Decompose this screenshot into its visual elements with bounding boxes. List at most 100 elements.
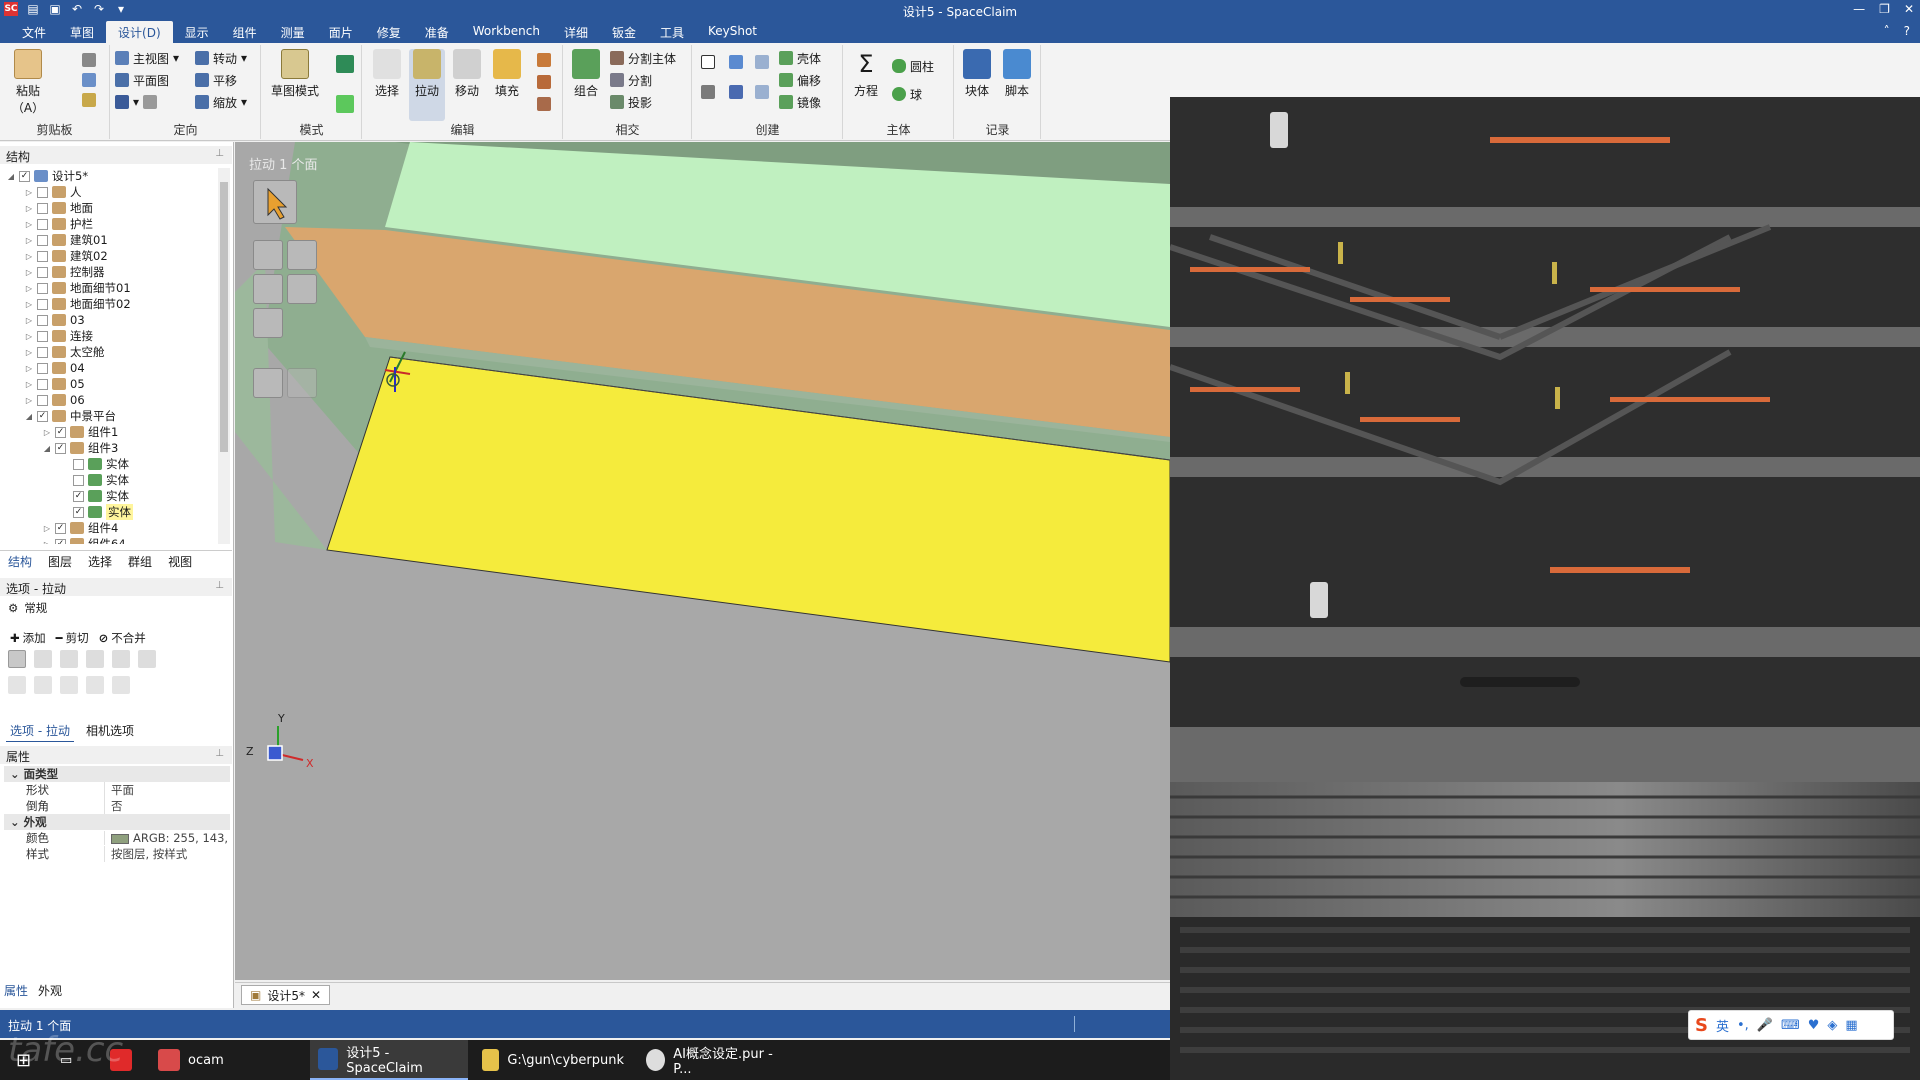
pin-icon[interactable]: ⊥ xyxy=(215,580,224,591)
tab-keyshot[interactable]: KeyShot xyxy=(696,21,769,43)
tree-item[interactable]: ✓ 实体 xyxy=(0,488,129,504)
help-icon[interactable]: ? xyxy=(1904,24,1910,38)
pin-icon[interactable]: ⊥ xyxy=(215,748,224,759)
expand-arrow-icon[interactable]: ▷ xyxy=(24,204,34,213)
tab-facets[interactable]: 面片 xyxy=(317,21,365,43)
tab-file[interactable]: 文件 xyxy=(10,21,58,43)
pull-both-sides-icon[interactable] xyxy=(8,650,26,668)
tree-item[interactable]: ◢ ✓ 组件3 xyxy=(0,440,118,456)
3d-mode-icon[interactable] xyxy=(336,95,354,113)
taskbar-item-paint[interactable]: AI概念设定.pur - P... xyxy=(638,1040,788,1080)
tweak-face-icon[interactable] xyxy=(537,97,551,111)
document-tab[interactable]: ▣ 设计5* ✕ xyxy=(241,985,331,1005)
pull-button[interactable]: 拉动 xyxy=(409,49,445,121)
visibility-checkbox[interactable]: ✓ xyxy=(55,442,66,454)
plane-icon[interactable] xyxy=(701,55,715,69)
tab-measure[interactable]: 测量 xyxy=(269,21,317,43)
plan-view-button[interactable]: 平面图 xyxy=(115,71,169,89)
visibility-checkbox[interactable] xyxy=(37,282,48,294)
visibility-checkbox[interactable]: ✓ xyxy=(37,410,48,422)
pivot-tool[interactable] xyxy=(287,240,317,270)
visibility-checkbox[interactable] xyxy=(37,186,48,198)
tab-views[interactable]: 视图 xyxy=(160,551,200,570)
equation-button[interactable]: Σ 方程 xyxy=(848,49,884,99)
select-button[interactable]: 选择 xyxy=(369,49,405,99)
up-to-tool[interactable] xyxy=(253,274,283,304)
collapse-arrow-icon[interactable]: ◢ xyxy=(6,172,16,181)
axis-icon[interactable] xyxy=(729,85,743,99)
pivot-edge-icon[interactable] xyxy=(86,676,104,694)
close-tab-icon[interactable]: ✕ xyxy=(311,988,321,1002)
visibility-checkbox[interactable]: ✓ xyxy=(55,522,66,534)
tree-item[interactable]: ▷ ✓ 组件64 xyxy=(0,536,126,544)
tree-item[interactable]: 实体 xyxy=(0,472,129,488)
expand-arrow-icon[interactable]: ▷ xyxy=(42,524,52,533)
property-category[interactable]: ⌄ 外观 xyxy=(4,814,230,830)
expand-arrow-icon[interactable]: ▷ xyxy=(24,348,34,357)
tree-item[interactable]: 实体 xyxy=(0,456,129,472)
tree-item[interactable]: ▷ 太空舱 xyxy=(0,344,105,360)
up-to-icon[interactable] xyxy=(138,650,156,668)
tree-item[interactable]: ▷ 地面细节01 xyxy=(0,280,131,296)
expand-arrow-icon[interactable]: ▷ xyxy=(24,332,34,341)
ruler-icon[interactable] xyxy=(112,650,130,668)
collapse-ribbon-icon[interactable]: ˄ xyxy=(1884,24,1890,38)
offset-region-icon[interactable] xyxy=(112,676,130,694)
visibility-checkbox[interactable] xyxy=(37,202,48,214)
expand-arrow-icon[interactable]: ▷ xyxy=(24,284,34,293)
tree-item[interactable]: ◢ ✓ 设计5* xyxy=(0,168,88,184)
tab-options-pull[interactable]: 选项 - 拉动 xyxy=(6,720,74,742)
tree-item[interactable]: ▷ 连接 xyxy=(0,328,93,344)
select-direction-tool[interactable] xyxy=(287,274,317,304)
rounded-icon[interactable] xyxy=(8,676,26,694)
keyboard-icon[interactable]: ⌨ xyxy=(1781,1018,1800,1033)
revolve-icon[interactable] xyxy=(86,650,104,668)
expand-arrow-icon[interactable]: ▷ xyxy=(42,428,52,437)
visibility-checkbox[interactable] xyxy=(37,298,48,310)
visibility-checkbox[interactable] xyxy=(37,346,48,358)
tab-design[interactable]: 设计(D) xyxy=(106,21,173,43)
tab-assembly[interactable]: 组件 xyxy=(221,21,269,43)
tree-item[interactable]: ▷ 护栏 xyxy=(0,216,93,232)
expand-arrow-icon[interactable]: ▷ xyxy=(24,220,34,229)
visibility-checkbox[interactable] xyxy=(73,458,84,470)
tree-item[interactable]: ▷ 06 xyxy=(0,392,85,408)
visibility-checkbox[interactable] xyxy=(37,394,48,406)
copy-icon[interactable] xyxy=(82,73,96,87)
tab-sketch[interactable]: 草图 xyxy=(58,21,106,43)
collapse-arrow-icon[interactable]: ◢ xyxy=(24,412,34,421)
restore-icon[interactable]: ❐ xyxy=(1879,2,1890,16)
tab-display[interactable]: 显示 xyxy=(173,21,221,43)
tab-selection[interactable]: 选择 xyxy=(80,551,120,570)
punctuation-icon[interactable]: •, xyxy=(1737,1018,1749,1033)
expand-arrow-icon[interactable]: ▷ xyxy=(42,540,52,545)
mirror-button[interactable]: 镜像 xyxy=(779,93,821,111)
line-icon[interactable] xyxy=(701,85,715,99)
tree-item[interactable]: ▷ 地面细节02 xyxy=(0,296,131,312)
tree-item[interactable]: ▷ 04 xyxy=(0,360,85,376)
expand-arrow-icon[interactable]: ▷ xyxy=(24,236,34,245)
visibility-checkbox[interactable] xyxy=(37,266,48,278)
script-button[interactable]: 脚本 xyxy=(999,49,1035,99)
property-value[interactable]: 否 xyxy=(104,798,230,814)
tree-item[interactable]: ▷ ✓ 组件4 xyxy=(0,520,118,536)
tab-camera-options[interactable]: 相机选项 xyxy=(82,720,138,742)
close-icon[interactable]: ✕ xyxy=(1904,2,1914,16)
visibility-checkbox[interactable] xyxy=(37,378,48,390)
add-option[interactable]: ✚ 添加 xyxy=(10,630,46,646)
tree-item[interactable]: ▷ 05 xyxy=(0,376,85,392)
point-icon[interactable] xyxy=(729,55,743,69)
block-button[interactable]: 块体 xyxy=(959,49,995,99)
visibility-checkbox[interactable]: ✓ xyxy=(73,506,84,518)
3d-viewport[interactable]: Z Y X 拉动 1 个面 xyxy=(235,142,1170,980)
zoom-button[interactable]: 缩放 ▾ xyxy=(195,93,247,111)
skin-icon[interactable]: ♥ xyxy=(1808,1018,1820,1033)
circular-pattern-icon[interactable] xyxy=(755,85,769,99)
collapse-arrow-icon[interactable]: ⌄ xyxy=(10,767,24,781)
pull-both-sides-tool[interactable] xyxy=(253,368,283,398)
visibility-checkbox[interactable] xyxy=(37,218,48,230)
tab-sheet-metal[interactable]: 钣金 xyxy=(600,21,648,43)
property-category[interactable]: ⌄ 面类型 xyxy=(4,766,230,782)
copy-edge-icon[interactable] xyxy=(60,676,78,694)
tree-item[interactable]: ▷ 03 xyxy=(0,312,85,328)
